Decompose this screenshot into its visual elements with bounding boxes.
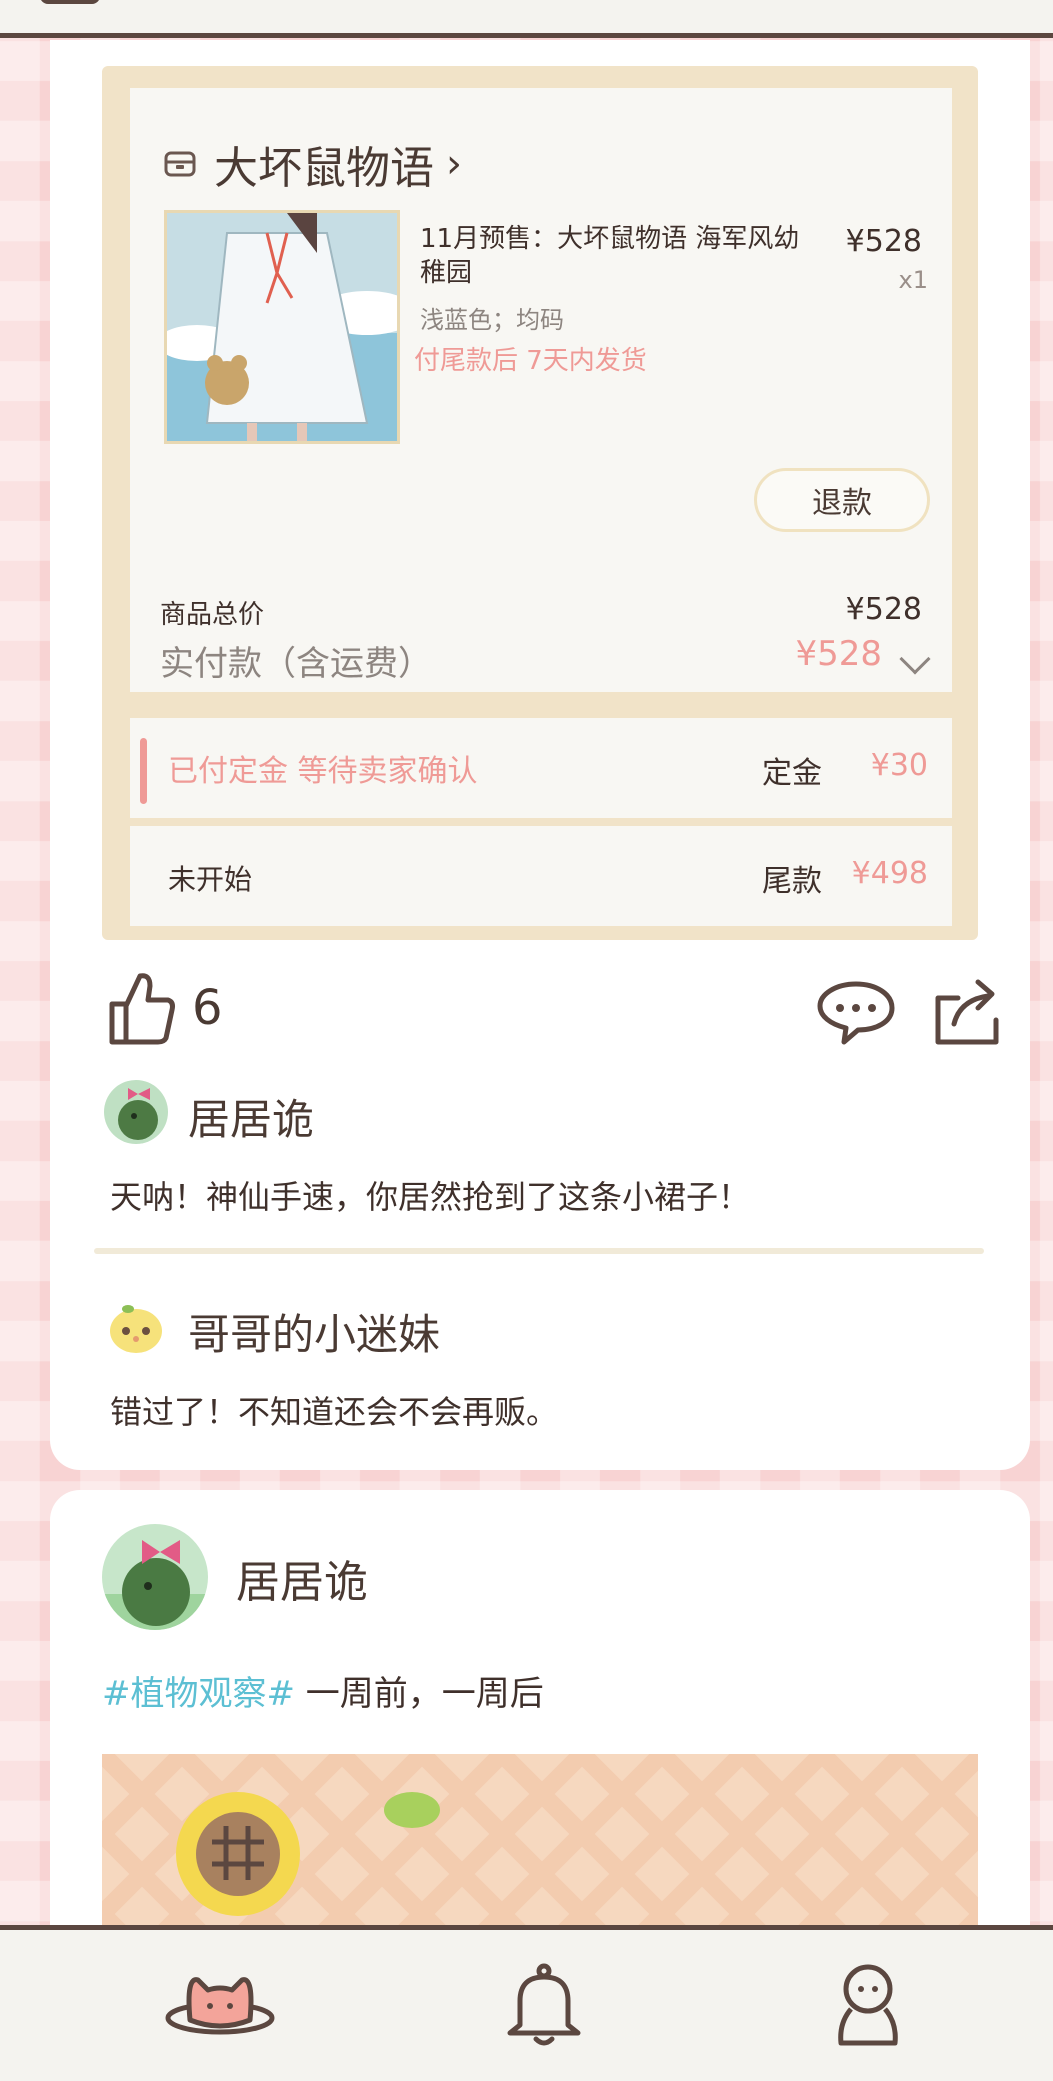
like-count: 6 xyxy=(192,980,223,1036)
total-price-value: ¥528 xyxy=(845,592,922,627)
product-title: 11月预售：大坏鼠物语 海军风幼稚园 xyxy=(420,224,800,288)
deposit-value: ¥30 xyxy=(870,748,928,783)
avatar[interactable] xyxy=(102,1524,208,1630)
home-cat-icon xyxy=(165,1977,275,2035)
refund-button[interactable]: 退款 xyxy=(754,468,930,532)
nav-notifications[interactable] xyxy=(484,1956,604,2056)
deposit-status: 已付定金 等待卖家确认 xyxy=(168,754,478,789)
product-price: ¥528 xyxy=(845,224,922,259)
nav-profile[interactable] xyxy=(808,1956,928,2056)
chevron-right-icon: › xyxy=(446,141,462,187)
share-icon[interactable] xyxy=(930,974,1006,1048)
comment-text: 天呐！神仙手速，你居然抢到了这条小裙子！ xyxy=(110,1178,751,1216)
post-card: 大坏鼠物语 › 11月预售：大坏鼠物语 海军风幼稚园 ¥528 x1 浅蓝色；均… xyxy=(50,40,1030,1470)
active-stage-indicator xyxy=(140,738,147,804)
total-price-label: 商品总价 xyxy=(160,600,265,630)
shop-icon xyxy=(164,151,196,177)
comment-text: 错过了！不知道还会不会再贩。 xyxy=(110,1393,559,1431)
profile-icon xyxy=(838,1964,898,2046)
post-actions: 6 xyxy=(106,970,1006,1060)
product-spec: 浅蓝色；均码 xyxy=(420,306,564,334)
topic-tag[interactable]: #植物观察# xyxy=(102,1674,295,1714)
shipping-note: 付尾款后 7天内发货 xyxy=(414,346,647,376)
commenter-name: 哥哥的小迷妹 xyxy=(188,1310,441,1359)
balance-status: 未开始 xyxy=(168,863,253,896)
nav-home[interactable] xyxy=(160,1956,280,2056)
shop-link[interactable]: 大坏鼠物语 › xyxy=(164,132,462,196)
order-card[interactable]: 大坏鼠物语 › 11月预售：大坏鼠物语 海军风幼稚园 ¥528 x1 浅蓝色；均… xyxy=(102,66,978,940)
balance-value: ¥498 xyxy=(851,856,928,891)
order-summary: 大坏鼠物语 › 11月预售：大坏鼠物语 海军风幼稚园 ¥528 x1 浅蓝色；均… xyxy=(130,88,952,692)
avatar[interactable] xyxy=(104,1295,168,1359)
avatar[interactable] xyxy=(104,1080,168,1144)
author-name[interactable]: 居居诡 xyxy=(236,1546,368,1610)
chevron-down-icon[interactable] xyxy=(899,643,931,675)
balance-label: 尾款 xyxy=(762,864,822,899)
shop-name: 大坏鼠物语 xyxy=(214,143,434,194)
comment-divider xyxy=(94,1248,984,1254)
bottom-navigation xyxy=(0,1925,1053,2081)
speech-bubble-icon[interactable] xyxy=(814,978,898,1048)
bell-icon xyxy=(507,1963,581,2046)
deposit-stage: 已付定金 等待卖家确认 定金 ¥30 xyxy=(130,718,952,818)
post-text: #植物观察# 一周前，一周后 xyxy=(102,1666,544,1715)
paid-amount-label: 实付款（含运费） xyxy=(160,644,432,684)
paid-amount-value: ¥528 xyxy=(795,634,882,674)
product-quantity: x1 xyxy=(898,266,928,294)
commenter-name: 居居诡 xyxy=(188,1095,315,1144)
product-image[interactable] xyxy=(164,210,400,444)
top-bar xyxy=(0,0,1053,38)
thumbs-up-icon[interactable] xyxy=(106,970,176,1046)
post-caption: 一周前，一周后 xyxy=(294,1674,544,1714)
balance-stage: 未开始 尾款 ¥498 xyxy=(130,826,952,926)
deposit-label: 定金 xyxy=(762,756,822,791)
